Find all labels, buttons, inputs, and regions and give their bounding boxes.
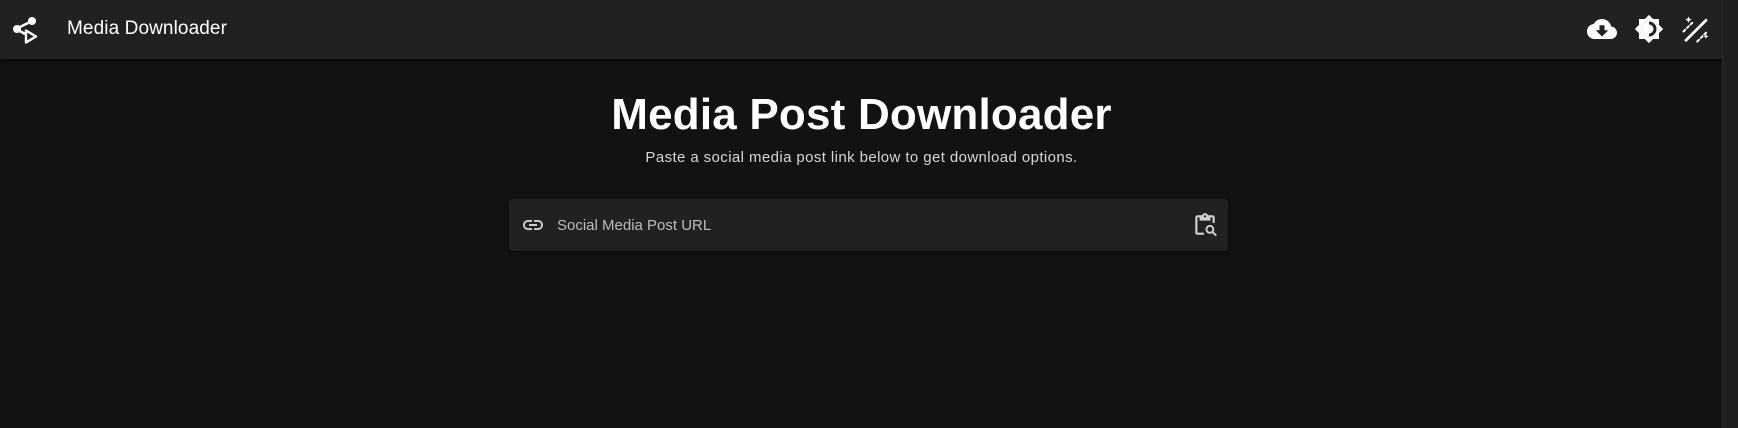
cloud-download-icon[interactable] — [1587, 14, 1617, 44]
app-bar-actions — [1587, 14, 1711, 46]
share-play-icon[interactable] — [12, 16, 40, 44]
app-bar: Media Downloader — [0, 0, 1723, 59]
brightness-contrast-icon[interactable] — [1634, 14, 1664, 44]
link-icon — [521, 213, 545, 237]
page-subtitle: Paste a social media post link below to … — [645, 149, 1078, 166]
auto-fix-magic-icon[interactable] — [1681, 14, 1711, 44]
app-title: Media Downloader — [67, 18, 228, 39]
url-field[interactable] — [509, 199, 1228, 251]
content-paste-search-icon[interactable] — [1192, 212, 1218, 238]
page-title: Media Post Downloader — [611, 90, 1112, 139]
page: Media Downloader Media Post Downloader P… — [0, 0, 1738, 428]
page-scrollbar[interactable] — [1722, 0, 1738, 428]
url-input[interactable] — [549, 199, 1179, 251]
